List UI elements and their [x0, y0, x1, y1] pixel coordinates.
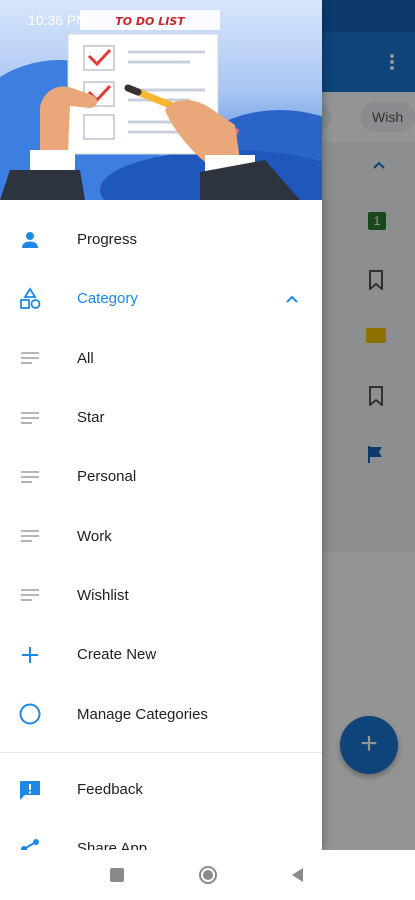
home-icon[interactable]	[198, 865, 218, 885]
todo-list-illustration: TO DO LIST	[0, 10, 300, 200]
menu-item-category-wishlist[interactable]: Wishlist	[0, 566, 322, 625]
drawer-menu: Progress Category All Star Personal Work…	[0, 210, 322, 744]
share-icon	[21, 838, 39, 850]
list-lines-icon	[21, 589, 39, 602]
list-lines-icon	[21, 530, 39, 542]
menu-item-manage-categories[interactable]: Manage Categories	[0, 684, 322, 743]
status-bar-time: 10:36 PM	[28, 12, 88, 28]
feedback-icon	[20, 780, 40, 800]
category-shapes-icon	[20, 287, 41, 309]
menu-item-category-all[interactable]: All	[0, 329, 322, 388]
drawer-menu-secondary: Feedback Share App	[0, 760, 322, 850]
menu-item-category-work[interactable]: Work	[0, 506, 322, 565]
menu-divider	[0, 752, 322, 753]
back-icon[interactable]	[288, 865, 308, 885]
banner-text: TO DO LIST	[115, 15, 186, 28]
menu-item-category-star[interactable]: Star	[0, 388, 322, 447]
menu-label-star: Star	[77, 409, 105, 427]
system-navigation-bar	[0, 850, 415, 900]
menu-item-category[interactable]: Category	[0, 269, 322, 328]
menu-item-feedback[interactable]: Feedback	[0, 760, 322, 819]
chevron-up-icon[interactable]	[284, 291, 300, 307]
menu-label-share-app: Share App	[77, 840, 148, 850]
plus-icon	[22, 646, 38, 663]
menu-label-progress: Progress	[77, 231, 138, 249]
menu-label-category: Category	[77, 290, 138, 308]
menu-label-personal: Personal	[77, 468, 137, 486]
recent-apps-icon[interactable]	[107, 865, 127, 885]
circle-outline-icon	[19, 703, 41, 725]
menu-item-create-new[interactable]: Create New	[0, 625, 322, 684]
menu-label-all: All	[77, 349, 94, 367]
menu-label-manage-categories: Manage Categories	[77, 705, 208, 723]
menu-label-create-new: Create New	[77, 646, 157, 664]
list-lines-icon	[21, 352, 39, 365]
menu-item-category-personal[interactable]: Personal	[0, 447, 322, 506]
menu-label-wishlist: Wishlist	[77, 586, 129, 604]
list-lines-icon	[21, 471, 39, 483]
list-lines-icon	[21, 411, 39, 424]
navigation-drawer: 10:36 PM TO DO LIST Progress Category Al…	[0, 0, 322, 850]
drawer-header-illustration: 10:36 PM TO DO LIST	[0, 0, 322, 200]
menu-label-feedback: Feedback	[77, 781, 143, 799]
menu-label-work: Work	[77, 527, 112, 545]
menu-item-progress[interactable]: Progress	[0, 210, 322, 269]
menu-item-share-app[interactable]: Share App	[0, 819, 322, 850]
person-icon	[22, 231, 38, 248]
